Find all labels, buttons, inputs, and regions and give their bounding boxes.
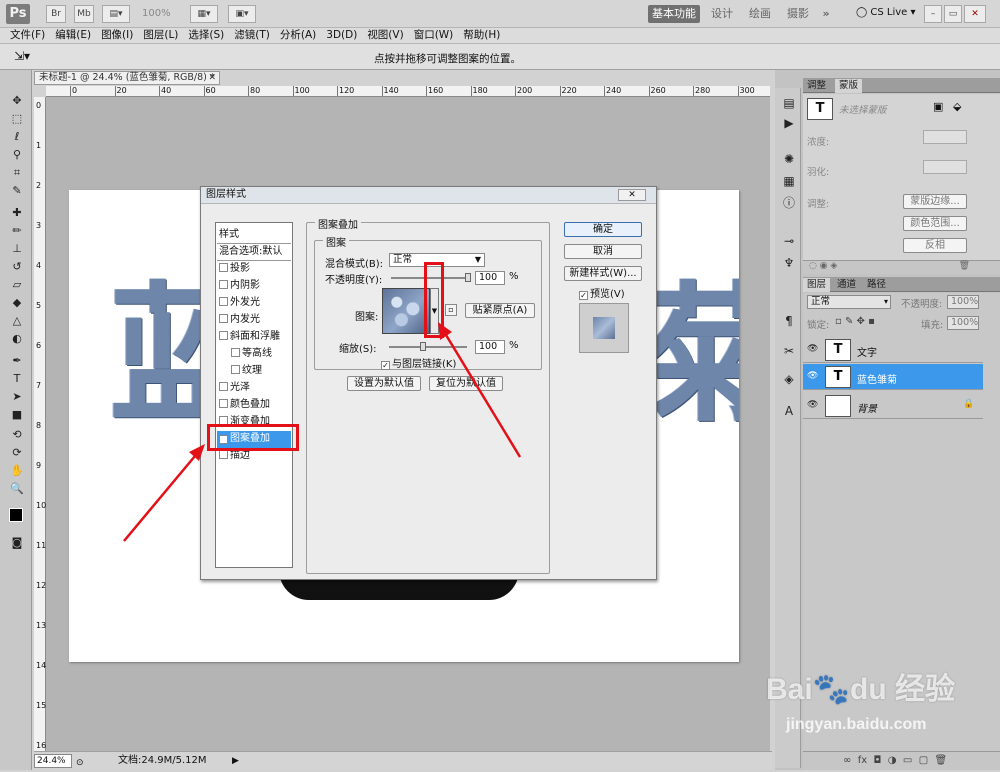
pixel-mask-icon[interactable]: ▣ [933, 100, 943, 113]
visibility-eye-icon[interactable]: 👁 [807, 344, 819, 354]
color-range-button[interactable]: 颜色范围... [903, 216, 967, 231]
swatches-panel-icon[interactable]: ▦ [781, 174, 797, 188]
layers-panel-footer: ∞ fx ◘ ◑ ▭ ▢ 🗑 [803, 751, 1000, 770]
chevron-down-icon: ▾ [883, 297, 888, 306]
layer-name: 背景 [857, 404, 877, 415]
paw-icon: 🐾 [812, 673, 851, 706]
layer-opacity-label: 不透明度: [901, 299, 943, 310]
delete-mask-icon[interactable]: 🗑 [959, 261, 970, 271]
density-field[interactable] [923, 130, 967, 144]
watermark-logo: Bai🐾du 经验 [766, 673, 956, 706]
delete-layer-icon[interactable]: 🗑 [935, 755, 948, 766]
group-icon[interactable]: ▭ [903, 755, 912, 766]
link-layers-icon[interactable]: ∞ [843, 755, 851, 766]
lock-icons[interactable]: ▫ ✎ ✥ ▪ [835, 316, 875, 327]
fill-label: 填充: [921, 320, 944, 331]
info-panel-icon[interactable]: ⓘ [781, 196, 797, 210]
lock-label: 锁定: [807, 320, 830, 331]
refine-label: 调整: [807, 199, 830, 210]
tab-layers[interactable]: 图层 [803, 278, 831, 292]
masks-panel: T 未选择蒙版 ▣ ⬙ 浓度: 羽化: 调整: 蒙版边缘... 颜色范围... … [803, 94, 1000, 274]
color-panel-icon[interactable]: ✺ [781, 152, 797, 166]
no-mask-label: 未选择蒙版 [839, 105, 887, 116]
vector-mask-icon[interactable]: ⬙ [953, 100, 961, 113]
feather-field[interactable] [923, 160, 967, 174]
history-panel-icon[interactable]: ▤ [781, 96, 797, 110]
new-layer-icon[interactable]: ▢ [919, 755, 928, 766]
layer-name: 蓝色雏菊 [857, 375, 897, 386]
tab-paths[interactable]: 路径 [863, 278, 890, 292]
masks-panel-footer: ◌ ◉ ◈ 🗑 [803, 260, 1000, 274]
layer-name: 文字 [857, 348, 877, 359]
visibility-eye-icon[interactable]: 👁 [807, 371, 819, 381]
character-panel-icon[interactable]: A [781, 404, 797, 418]
mask-edge-button[interactable]: 蒙版边缘... [903, 194, 967, 209]
layer-thumb-icon [825, 395, 851, 417]
clone-source-icon[interactable]: ♆ [781, 256, 797, 270]
density-label: 浓度: [807, 137, 830, 148]
masks-panel-tabs: 调整 蒙版 [803, 78, 1000, 93]
layer-thumb-icon: T [825, 366, 851, 388]
layer-opacity-field[interactable]: 100% [947, 295, 979, 309]
tab-channels[interactable]: 通道 [833, 278, 860, 292]
add-mask-icon[interactable]: ◘ [874, 755, 882, 766]
feather-label: 羽化: [807, 167, 830, 178]
layer-blend-mode-select[interactable]: 正常 ▾ [807, 295, 891, 309]
invert-button[interactable]: 反相 [903, 238, 967, 253]
layer-thumb-icon: T [825, 339, 851, 361]
layer-row-text[interactable]: 👁 T 文字 [803, 337, 983, 363]
watermark-url: jingyan.baidu.com [786, 716, 927, 733]
tab-masks[interactable]: 蒙版 [835, 79, 863, 93]
layer-fill-field[interactable]: 100% [947, 316, 979, 330]
layer-row-background[interactable]: 👁 背景 🔒 [803, 393, 983, 419]
paragraph-panel-icon[interactable]: ¶ [781, 314, 797, 328]
adjustment-layer-icon[interactable]: ◑ [888, 755, 897, 766]
layer-row-blue-daisy[interactable]: 👁 T 蓝色雏菊 [803, 364, 983, 390]
lock-icon: 🔒 [963, 399, 975, 409]
brush-presets-icon[interactable]: ⊸ [781, 234, 797, 248]
fx-icon[interactable]: fx [858, 755, 867, 766]
actions-panel-icon[interactable]: ▶ [781, 116, 797, 130]
load-selection-icon[interactable]: ◌ ◉ ◈ [809, 261, 837, 271]
mask-type-icon: T [807, 98, 833, 120]
3d-panel-icon[interactable]: ◈ [781, 372, 797, 386]
visibility-eye-icon[interactable]: 👁 [807, 400, 819, 410]
layers-panel-tabs: 图层 通道 路径 [803, 277, 1000, 292]
tool-presets-icon[interactable]: ✂ [781, 344, 797, 358]
tab-adjustments[interactable]: 调整 [803, 79, 830, 93]
